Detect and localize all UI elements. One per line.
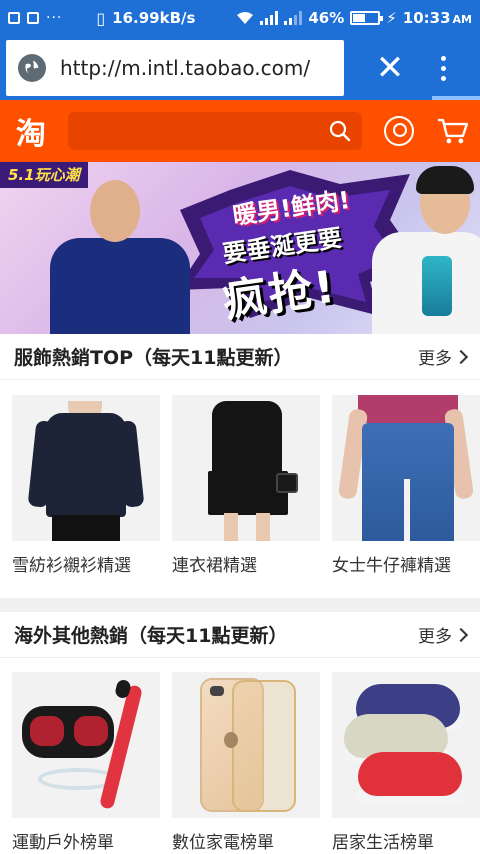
- status-left: ···: [8, 10, 62, 26]
- search-icon[interactable]: [328, 119, 352, 143]
- product-card[interactable]: 女士牛仔褲精選: [332, 395, 480, 576]
- section-header-overseas: 海外其他熱銷（每天11點更新） 更多: [0, 612, 480, 658]
- vibrate-icon: ▯: [96, 8, 106, 28]
- product-label[interactable]: 女士牛仔褲精選: [332, 551, 480, 576]
- more-link[interactable]: 更多: [418, 622, 469, 647]
- product-card[interactable]: 連衣裙精選: [172, 395, 320, 576]
- taobao-logo[interactable]: 淘: [10, 111, 52, 152]
- product-label[interactable]: 數位家電榜單: [172, 828, 320, 853]
- url-text[interactable]: http://m.intl.taobao.com/: [60, 56, 310, 80]
- battery-percent: 46%: [308, 9, 345, 27]
- close-icon[interactable]: ✕: [366, 40, 414, 96]
- section-title: 服飾熱銷TOP（每天11點更新）: [14, 347, 293, 369]
- status-bar: ··· ▯ 16.99kB/s 46% ⚡ 10:33 AM: [0, 0, 480, 36]
- wifi-icon: [236, 11, 254, 25]
- product-label[interactable]: 連衣裙精選: [172, 551, 320, 576]
- signal-icon: [260, 11, 279, 25]
- product-label[interactable]: 居家生活榜單: [332, 828, 480, 853]
- product-card[interactable]: 雪紡衫襯衫精選: [12, 395, 160, 576]
- banner-model-left: [50, 238, 190, 334]
- more-label[interactable]: 更多: [418, 622, 452, 647]
- globe-icon: [18, 54, 46, 82]
- product-image[interactable]: [12, 395, 160, 541]
- clock-ampm: AM: [452, 13, 472, 26]
- banner-model-left-head: [90, 180, 140, 242]
- more-label[interactable]: 更多: [418, 344, 452, 369]
- section-title: 海外其他熱銷（每天11點更新）: [14, 625, 288, 647]
- chevron-right-icon: [453, 627, 469, 642]
- product-card[interactable]: 數位家電榜單: [172, 672, 320, 853]
- product-image[interactable]: [12, 672, 160, 818]
- sim-notification-icon: [27, 12, 39, 24]
- url-field[interactable]: http://m.intl.taobao.com/: [6, 40, 344, 96]
- more-notifications: ···: [46, 10, 63, 26]
- section-header-apparel: 服飾熱銷TOP（每天11點更新） 更多: [0, 334, 480, 380]
- charging-icon: ⚡: [386, 9, 397, 27]
- site-header: 淘: [0, 100, 480, 162]
- signal-2-icon: [284, 11, 303, 25]
- product-label[interactable]: 雪紡衫襯衫精選: [12, 551, 160, 576]
- banner-product-bottle: [422, 256, 452, 316]
- product-label[interactable]: 運動戶外榜單: [12, 828, 160, 853]
- battery-icon: [350, 11, 384, 25]
- more-vert-icon[interactable]: [428, 40, 458, 96]
- cart-icon[interactable]: [436, 116, 470, 146]
- user-icon[interactable]: [384, 116, 415, 146]
- browser-toolbar: http://m.intl.taobao.com/ ✕: [0, 36, 480, 100]
- more-link[interactable]: 更多: [418, 344, 469, 369]
- clock-time: 10:33: [402, 9, 451, 27]
- image-notification-icon: [8, 12, 20, 24]
- promo-banner[interactable]: 5.1玩心潮 暖男!鲜肉! 要垂涎更要 疯抢!: [0, 162, 480, 334]
- product-grid-apparel: 雪紡衫襯衫精選 連衣裙精選 女士牛仔褲精選: [0, 395, 480, 576]
- product-grid-overseas: 運動戶外榜單 數位家電榜單 居家生活榜單: [0, 672, 480, 853]
- clock: 10:33 AM: [403, 9, 472, 27]
- product-card[interactable]: 居家生活榜單: [332, 672, 480, 853]
- product-image[interactable]: [332, 672, 480, 818]
- product-image[interactable]: [172, 672, 320, 818]
- banner-model-right-hair: [416, 166, 474, 194]
- chevron-right-icon: [453, 349, 469, 364]
- product-image[interactable]: [332, 395, 480, 541]
- section-divider: [0, 598, 480, 612]
- search-input[interactable]: [67, 112, 363, 150]
- product-image[interactable]: [172, 395, 320, 541]
- network-speed: 16.99kB/s: [112, 9, 196, 27]
- status-center: ▯ 16.99kB/s: [96, 9, 195, 28]
- banner-tag: 5.1玩心潮: [0, 162, 88, 188]
- battery-fill: [353, 14, 366, 22]
- status-right: 46% ⚡ 10:33 AM: [236, 9, 472, 27]
- product-card[interactable]: 運動戶外榜單: [12, 672, 160, 853]
